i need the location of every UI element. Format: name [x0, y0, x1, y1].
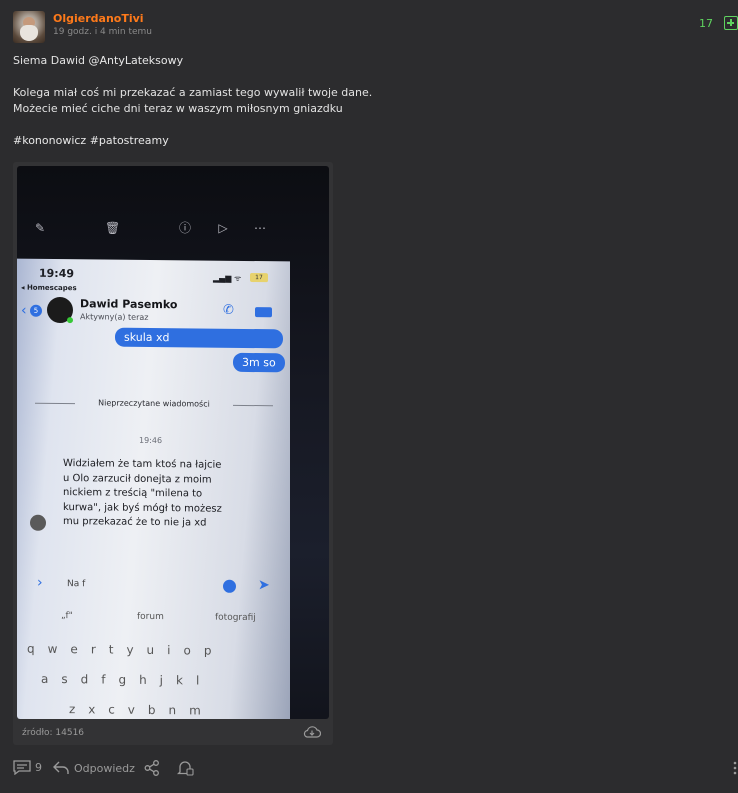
keyboard-suggestion: forum	[137, 611, 164, 623]
photo-toolbar: ✎ 🗑 ⓘ ▷ ⋯	[17, 221, 329, 241]
message-input-row: › Na f ➤	[17, 569, 290, 602]
signal-icon: ▂▄▆ ᯤ	[213, 273, 242, 283]
phone-screen: 19:49 ◂ Homescapes ▂▄▆ ᯤ 17 ‹ 5 Dawid Pa…	[17, 258, 290, 719]
share-icon[interactable]	[144, 760, 160, 776]
tag-link[interactable]: #kononowicz	[13, 134, 86, 147]
notify-bell-icon[interactable]	[177, 760, 194, 776]
online-dot	[67, 317, 73, 324]
avatar-beard	[20, 25, 38, 41]
phone-time: 19:49	[39, 266, 75, 281]
keyboard-suggestion: fotografij	[215, 612, 256, 624]
tag-link[interactable]: #patostreamy	[90, 134, 169, 147]
video-icon	[255, 307, 272, 318]
send-icon: ➤	[258, 577, 270, 594]
phone-icon: ✆	[223, 302, 234, 318]
plus-icon[interactable]	[724, 16, 738, 30]
keyboard-row: zxcvbnm	[69, 702, 214, 718]
post-actions: 9 Odpowiedz	[13, 758, 738, 778]
reply-icon[interactable]	[53, 760, 69, 775]
message-time: 19:46	[139, 435, 163, 446]
post-line-2: Kolega miał coś mi przekazać a zamiast t…	[13, 86, 373, 99]
battery-icon: 17	[250, 273, 268, 283]
sent-bubble: 3m so	[233, 352, 285, 373]
sender-avatar	[30, 514, 46, 531]
play-icon: ▷	[218, 221, 228, 235]
more-icon: ⋯	[254, 221, 266, 235]
comments-icon[interactable]	[13, 760, 31, 775]
more-options-icon[interactable]	[732, 761, 738, 775]
embed-container: ✎ 🗑 ⓘ ▷ ⋯ 19:49 ◂ Homescapes ▂▄▆ ᯤ 17 ‹ …	[13, 162, 333, 745]
user-avatar[interactable]	[13, 11, 45, 43]
phone-back-app: ◂ Homescapes	[21, 283, 77, 293]
chevron-right-icon: ›	[37, 574, 43, 591]
edit-icon: ✎	[34, 221, 46, 235]
embed-photo[interactable]: ✎ 🗑 ⓘ ▷ ⋯ 19:49 ◂ Homescapes ▂▄▆ ᯤ 17 ‹ …	[17, 166, 329, 719]
comments-count[interactable]: 9	[35, 761, 42, 774]
embed-source[interactable]: źródło: 14516	[22, 728, 84, 738]
unread-separator: Nieprzeczytane wiadomości	[35, 398, 273, 409]
reply-button[interactable]: Odpowiedz	[74, 762, 135, 775]
sent-bubble: skula xd	[115, 327, 283, 349]
received-message: Widziałem że tam ktoś na łajcie u Olo za…	[63, 458, 222, 529]
post-line-1: Siema Dawid @AntyLateksowy	[13, 53, 183, 69]
mention-link[interactable]: @AntyLateksowy	[89, 54, 184, 67]
post-line-1-text: Siema Dawid	[13, 54, 89, 67]
unread-badge: 5	[30, 304, 42, 317]
post-timestamp[interactable]: 19 godz. i 4 min temu	[53, 27, 152, 37]
chevron-left-icon: ‹	[21, 302, 27, 319]
entry-post: OlgierdanoTivi 19 godz. i 4 min temu 17 …	[0, 0, 738, 793]
post-line-3: Możecie mieć ciche dni teraz w waszym mi…	[13, 102, 343, 115]
info-icon: ⓘ	[178, 221, 191, 235]
username-link[interactable]: OlgierdanoTivi	[53, 12, 144, 25]
vote-count: 17	[699, 17, 713, 30]
post-tags: #kononowicz #patostreamy	[13, 133, 169, 149]
cloud-download-icon[interactable]	[303, 726, 321, 738]
trash-icon: 🗑	[105, 221, 121, 235]
search-icon	[223, 579, 236, 593]
keyboard-suggestion: „f"	[61, 611, 73, 622]
keyboard-row: asdfghjkl	[41, 671, 213, 688]
message-input: Na f	[67, 579, 86, 590]
contact-name: Dawid Pasemko	[80, 297, 178, 312]
keyboard-row: qwertyuiop	[27, 641, 225, 658]
contact-status: Aktywny(a) teraz	[80, 312, 149, 322]
